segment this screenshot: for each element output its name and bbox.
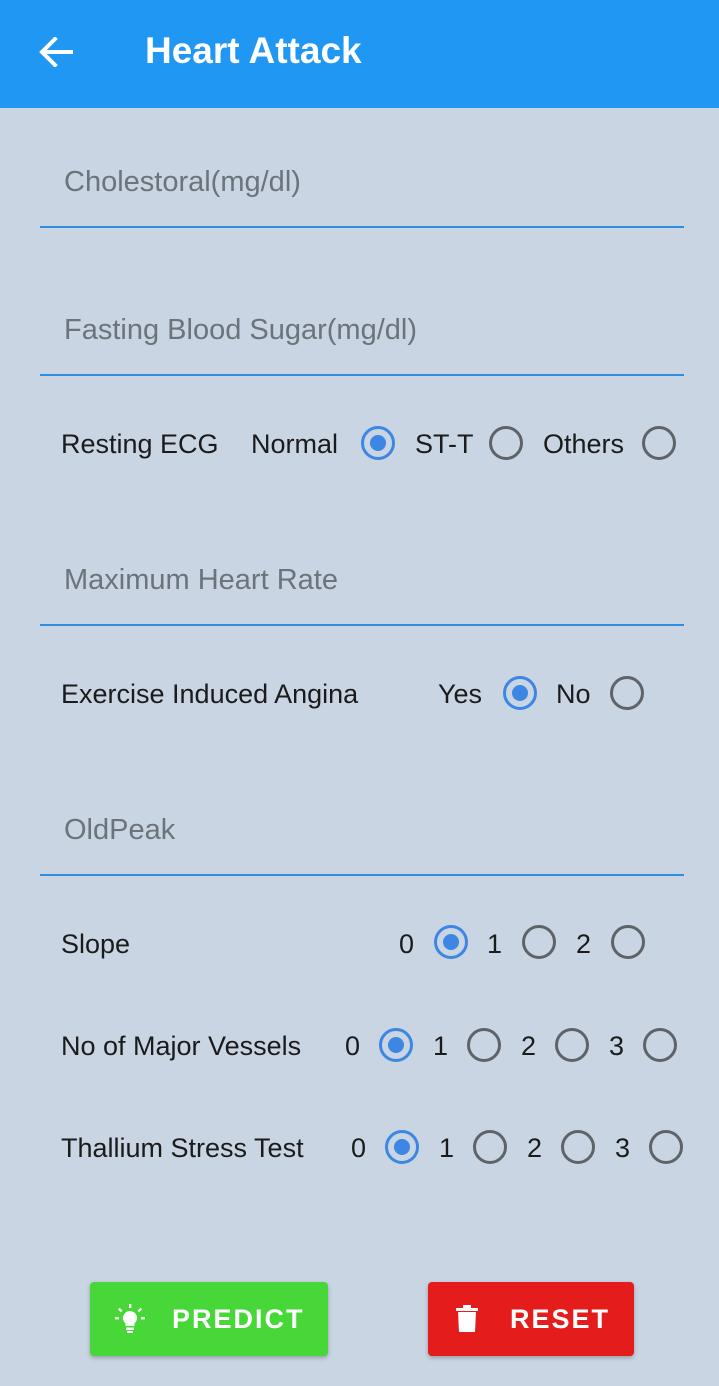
thallium-0-radio[interactable]	[385, 1130, 419, 1164]
major-vessels-option-3-label: 3	[609, 1031, 625, 1061]
exercise-angina-label: Exercise Induced Angina	[61, 679, 359, 709]
major-vessels-2-radio[interactable]	[555, 1028, 589, 1062]
cholesterol-input[interactable]	[40, 108, 684, 226]
exercise-angina-yes-radio[interactable]	[503, 676, 537, 710]
thallium-option-3-label: 3	[615, 1133, 631, 1163]
major-vessels-3-radio[interactable]	[643, 1028, 677, 1062]
predict-button[interactable]: PREDICT	[90, 1282, 328, 1356]
resting-ecg-option-stt-label: ST-T	[415, 429, 474, 459]
resting-ecg-stt-radio[interactable]	[489, 426, 523, 460]
major-vessels-label: No of Major Vessels	[61, 1031, 302, 1061]
trash-icon	[452, 1302, 482, 1336]
thallium-option-2-label: 2	[527, 1133, 543, 1163]
major-vessels-1-radio[interactable]	[467, 1028, 501, 1062]
major-vessels-option-1-label: 1	[433, 1031, 449, 1061]
arrow-back-icon	[39, 37, 73, 67]
slope-0-radio[interactable]	[434, 925, 468, 959]
major-vessels-option-0-label: 0	[345, 1031, 361, 1061]
major-vessels-0-radio[interactable]	[379, 1028, 413, 1062]
resting-ecg-others-radio[interactable]	[642, 426, 676, 460]
predict-button-label: PREDICT	[172, 1303, 305, 1334]
lightbulb-icon	[112, 1301, 148, 1337]
resting-ecg-option-normal-label: Normal	[251, 429, 339, 459]
back-button[interactable]	[36, 32, 76, 72]
resting-ecg-option-others-label: Others	[543, 429, 625, 459]
fasting-blood-sugar-input[interactable]	[40, 256, 684, 374]
thallium-option-1-label: 1	[439, 1133, 455, 1163]
thallium-2-radio[interactable]	[561, 1130, 595, 1164]
resting-ecg-normal-radio[interactable]	[361, 426, 395, 460]
slope-option-0-label: 0	[399, 929, 415, 959]
exercise-angina-option-yes-label: Yes	[438, 679, 483, 709]
thallium-3-radio[interactable]	[649, 1130, 683, 1164]
max-heart-rate-field	[40, 506, 684, 626]
slope-option-1-label: 1	[487, 929, 503, 959]
oldpeak-input[interactable]	[40, 756, 684, 874]
slope-2-radio[interactable]	[611, 925, 645, 959]
slope-option-2-label: 2	[576, 929, 592, 959]
reset-button-label: RESET	[510, 1303, 611, 1334]
major-vessels-option-2-label: 2	[521, 1031, 537, 1061]
thallium-label: Thallium Stress Test	[61, 1133, 304, 1163]
resting-ecg-label: Resting ECG	[61, 429, 219, 459]
max-heart-rate-input[interactable]	[40, 506, 684, 624]
cholesterol-field	[40, 108, 684, 228]
fasting-blood-sugar-field	[40, 256, 684, 376]
thallium-option-0-label: 0	[351, 1133, 367, 1163]
page-title: Heart Attack	[145, 30, 362, 71]
app-bar: Heart Attack	[0, 0, 719, 108]
oldpeak-field	[40, 756, 684, 876]
exercise-angina-no-radio[interactable]	[610, 676, 644, 710]
slope-1-radio[interactable]	[522, 925, 556, 959]
reset-button[interactable]: RESET	[428, 1282, 634, 1356]
slope-label: Slope	[61, 929, 131, 959]
thallium-1-radio[interactable]	[473, 1130, 507, 1164]
exercise-angina-option-no-label: No	[556, 679, 591, 709]
